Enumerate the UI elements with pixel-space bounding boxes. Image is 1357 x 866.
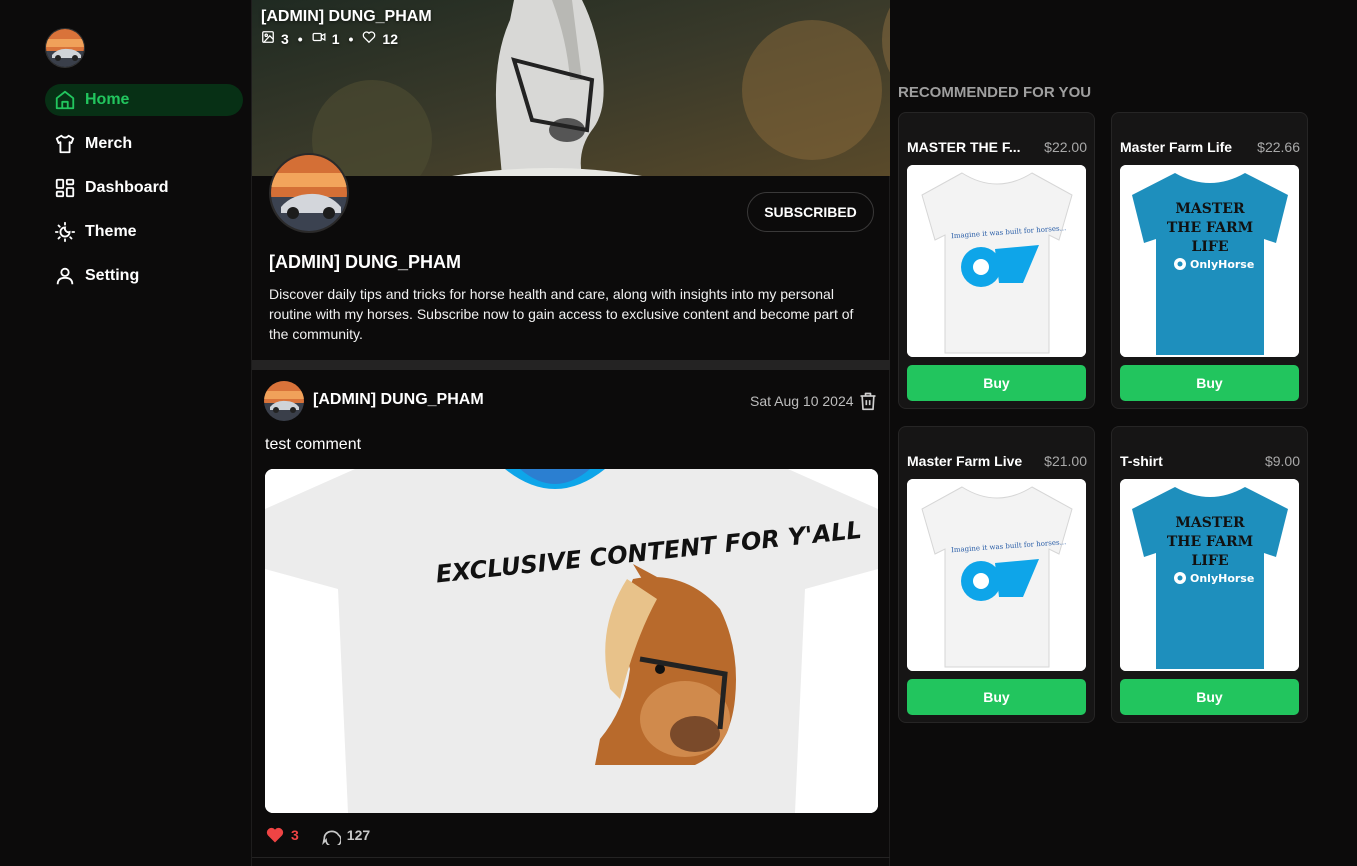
separator-dot: •	[297, 30, 303, 47]
post-comment-count: 127	[346, 827, 371, 843]
product-price: $9.00	[1264, 453, 1300, 469]
video-count: 1	[331, 30, 340, 47]
shirt-brand: OnlyHorse	[1190, 572, 1254, 585]
user-icon	[53, 264, 77, 288]
product-image[interactable]: MASTER THE FARM LIFE OnlyHorse	[1120, 165, 1299, 357]
shirt-line-3: LIFE	[1191, 239, 1228, 255]
banner-stats: 3 • 1 • 12	[261, 30, 398, 47]
profile-description: Discover daily tips and tricks for horse…	[269, 286, 854, 342]
recommended-title: RECOMMENDED FOR YOU	[898, 84, 1092, 101]
product-price: $21.00	[1044, 453, 1087, 469]
image-count: 3	[281, 30, 289, 47]
sidebar-item-label: Home	[85, 91, 130, 108]
sidebar-item-dashboard[interactable]: Dashboard	[45, 172, 243, 204]
product-name: Master Farm Live	[907, 453, 1023, 469]
heart-outline-icon	[362, 30, 376, 47]
post-text: test comment	[265, 436, 362, 453]
product-card[interactable]: Master Farm Life $22.66 MASTER THE FARM …	[1111, 112, 1308, 409]
product-card[interactable]: Master Farm Live $21.00 Imagine it was b…	[898, 426, 1095, 723]
product-card[interactable]: T-shirt $9.00 MASTER THE FARM LIFE OnlyH…	[1111, 426, 1308, 723]
profile-banner: [ADMIN] DUNG_PHAM 3 • 1 • 12	[252, 0, 890, 176]
post-date: Sat Aug 10 2024	[750, 393, 854, 409]
profile-avatar	[269, 153, 349, 233]
sidebar-item-merch[interactable]: Merch	[45, 128, 243, 160]
product-name: T-shirt	[1120, 453, 1163, 469]
sidebar-item-home[interactable]: Home	[45, 84, 243, 116]
product-price: $22.00	[1044, 139, 1087, 155]
product-image[interactable]: MASTER THE FARM LIFE OnlyHorse	[1120, 479, 1299, 671]
comment-button[interactable]: 127	[321, 825, 370, 845]
sidebar-item-label: Setting	[85, 267, 140, 284]
sidebar-item-label: Theme	[85, 223, 137, 240]
post-like-count: 3	[291, 827, 299, 843]
shirt-line-2: THE FARM	[1167, 220, 1253, 236]
shirt-line-1: MASTER	[1175, 201, 1245, 217]
theme-icon	[53, 220, 77, 244]
separator-dot: •	[348, 30, 354, 47]
sidebar-item-theme[interactable]: Theme	[45, 216, 243, 248]
product-price: $22.66	[1257, 139, 1300, 155]
trash-icon[interactable]	[858, 391, 878, 411]
post-author-avatar[interactable]	[264, 381, 304, 421]
dashboard-icon	[53, 176, 77, 200]
buy-button[interactable]: Buy	[1120, 679, 1299, 715]
heart-icon	[266, 827, 284, 843]
post-author-name[interactable]: [ADMIN] DUNG_PHAM	[313, 391, 484, 409]
image-icon	[261, 30, 275, 47]
home-icon	[53, 88, 77, 112]
shirt-brand: OnlyHorse	[1190, 258, 1254, 271]
like-count: 12	[382, 30, 398, 47]
banner-horse-image	[252, 0, 890, 176]
product-name: MASTER THE F...	[907, 139, 1021, 155]
avatar[interactable]	[45, 28, 85, 68]
section-divider	[252, 360, 890, 370]
subscribed-button[interactable]: SUBSCRIBED	[747, 192, 874, 232]
shirt-line-2: THE FARM	[1167, 534, 1253, 550]
comment-icon	[321, 830, 341, 845]
sidebar-item-label: Merch	[85, 135, 133, 152]
sidebar-item-label: Dashboard	[85, 179, 169, 196]
banner-title: [ADMIN] DUNG_PHAM	[261, 8, 432, 25]
product-name: Master Farm Life	[1120, 139, 1233, 155]
profile-column: [ADMIN] DUNG_PHAM 3 • 1 • 12 SUBSCRIBED …	[251, 0, 890, 866]
product-image[interactable]: Imagine it was built for horses...	[907, 479, 1086, 671]
buy-button[interactable]: Buy	[907, 679, 1086, 715]
buy-button[interactable]: Buy	[907, 365, 1086, 401]
post-image[interactable]: EXCLUSIVE CONTENT FOR Y'ALL	[265, 469, 878, 813]
product-card[interactable]: MASTER THE F... $22.00 Imagine it was bu…	[898, 112, 1095, 409]
post-divider	[252, 857, 890, 858]
shirt-line-3: LIFE	[1191, 553, 1228, 569]
post-actions: 3 127	[265, 825, 370, 845]
profile-name: [ADMIN] DUNG_PHAM	[269, 252, 461, 272]
sidebar: Home Merch Dashboard Theme Setting	[0, 0, 251, 866]
sidebar-item-setting[interactable]: Setting	[45, 260, 243, 292]
shirt-line-1: MASTER	[1175, 515, 1245, 531]
video-icon	[312, 30, 326, 47]
like-button[interactable]: 3	[265, 825, 299, 845]
buy-button[interactable]: Buy	[1120, 365, 1299, 401]
product-image[interactable]: Imagine it was built for horses...	[907, 165, 1086, 357]
shirt-icon	[53, 132, 77, 156]
sidebar-nav: Home Merch Dashboard Theme Setting	[45, 84, 243, 304]
